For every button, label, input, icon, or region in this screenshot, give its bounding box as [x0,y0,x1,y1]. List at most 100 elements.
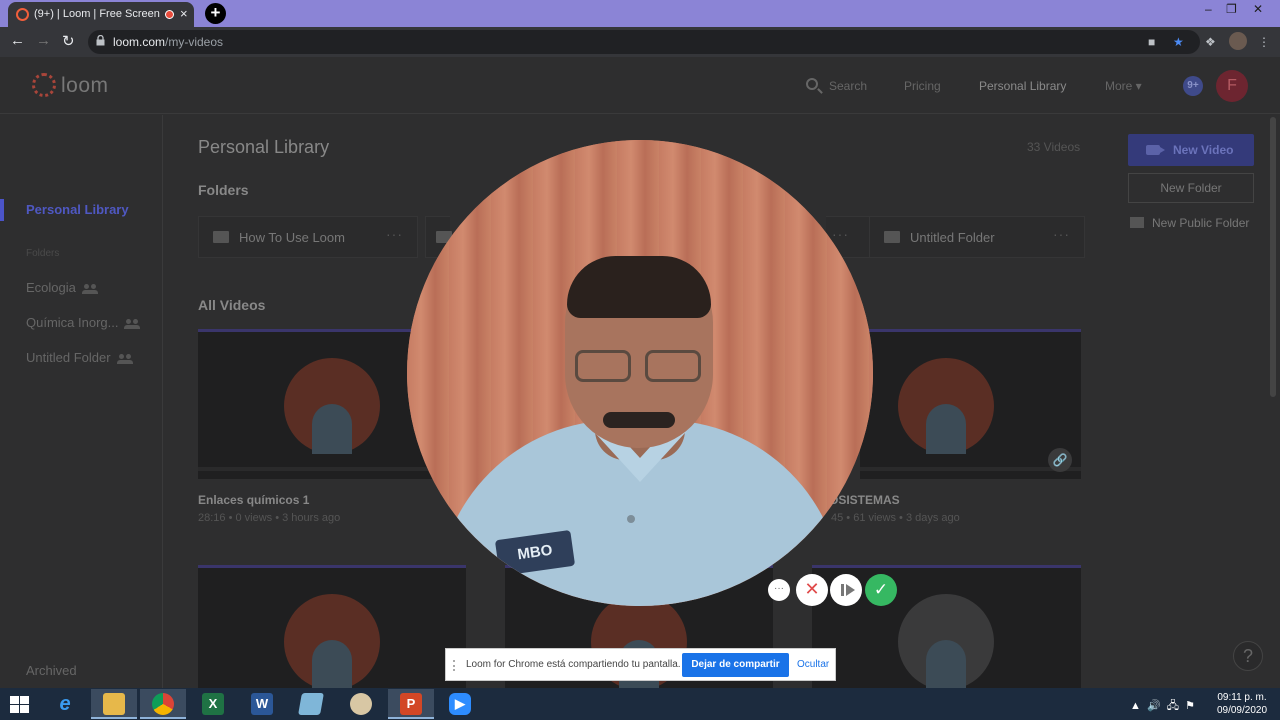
back-arrow-icon[interactable]: ← [10,32,25,49]
window-maximize-button[interactable]: ❐ [1226,2,1237,16]
reload-icon[interactable]: ↻ [62,32,75,50]
system-tray[interactable]: ▲ 🔊 🖧 ⚑ [1130,697,1195,716]
tab-close-button[interactable]: × [180,6,188,21]
loom-favicon-icon [16,8,29,21]
paint-icon[interactable] [338,689,384,719]
tab-title: (9+) | Loom | Free Screen & Video Record… [34,8,160,20]
powerpoint-icon[interactable]: P [388,689,434,719]
url-text: loom.com/my-videos [113,35,223,49]
pricing-link[interactable]: Pricing [904,79,941,93]
sidebar-active-indicator [0,199,4,221]
sidebar: Personal Library Folders Ecologia Químic… [0,115,163,688]
recording-more-button[interactable]: ··· [768,579,790,601]
drag-handle-icon[interactable] [453,660,458,671]
chrome-menu-icon[interactable]: ⋮ [1258,35,1270,49]
folder-card[interactable]: Untitled Folder ··· [869,216,1085,258]
window-minimize-button[interactable]: – [1205,2,1212,16]
presenter-face [284,358,380,454]
shared-people-icon [124,318,141,329]
folder-card-label: How To Use Loom [239,230,345,245]
folder-card-label: Untitled Folder [910,230,995,245]
new-video-label: New Video [1173,143,1234,157]
new-tab-button[interactable]: + [205,3,226,24]
presenter-face [898,594,994,688]
folders-heading: Folders [198,182,249,198]
presenter-moustache [603,412,675,428]
personal-library-link[interactable]: Personal Library [979,79,1066,93]
windows-taskbar: e X W P ▶ ▲ 🔊 🖧 ⚑ 09:11 p. m. 09/09/2020 [0,688,1280,720]
screen-sharing-banner: Loom for Chrome está compartiendo tu pan… [445,648,836,681]
clock-time: 09:11 p. m. [1217,692,1267,703]
presenter-face [898,358,994,454]
notepad-icon[interactable] [288,689,334,719]
more-menu[interactable]: More ▾ [1105,79,1142,93]
sidebar-item-folder[interactable]: Química Inorg... [26,315,141,330]
new-public-folder-button[interactable]: New Public Folder [1130,216,1249,230]
sidebar-item-personal-library[interactable]: Personal Library [26,202,129,217]
extensions-puzzle-icon[interactable]: ❖ [1205,35,1216,49]
loom-header: loom Search Pricing Personal Library Mor… [0,57,1280,114]
url-host: loom.com [113,35,166,49]
file-explorer-icon[interactable] [91,689,137,719]
bookmark-star-icon[interactable]: ★ [1173,35,1184,49]
windows-start-icon[interactable] [10,696,30,714]
word-icon[interactable]: W [239,689,285,719]
resume-play-icon [846,584,855,596]
recording-finish-button[interactable]: ✓ [865,574,897,606]
video-camera-icon [1146,145,1165,155]
sidebar-folder-label: Untitled Folder [26,350,111,365]
lock-icon [96,35,105,46]
new-video-button[interactable]: New Video [1128,134,1254,166]
folder-more-button[interactable]: ··· [1053,226,1070,242]
help-button[interactable]: ? [1233,641,1263,671]
shared-people-icon [116,353,133,364]
camera-access-icon[interactable]: ■ [1148,35,1155,49]
folder-card[interactable]: How To Use Loom ··· [198,216,418,258]
loom-logo-text[interactable]: loom [61,74,109,98]
chrome-icon[interactable] [140,689,186,719]
internet-explorer-icon[interactable]: e [42,689,88,719]
folder-more-button[interactable]: ··· [386,226,403,242]
sidebar-item-archived[interactable]: Archived [26,663,77,678]
new-folder-button[interactable]: New Folder [1128,173,1254,203]
excel-icon[interactable]: X [190,689,236,719]
notifications-badge[interactable]: 9+ [1183,76,1203,96]
sidebar-item-folder[interactable]: Ecologia [26,280,98,295]
user-avatar[interactable]: F [1216,70,1248,102]
page-title: Personal Library [198,137,330,157]
clock-date: 09/09/2020 [1216,705,1268,716]
forward-arrow-icon[interactable]: → [36,32,51,49]
search-link[interactable]: Search [829,79,867,93]
thumbnail-bar [860,467,1081,471]
copy-link-icon[interactable]: 🔗 [1048,448,1072,472]
address-bar[interactable]: loom.com/my-videos [88,30,1200,54]
presenter-glasses [575,350,705,384]
stop-sharing-button[interactable]: Dejar de compartir [682,653,789,677]
hide-banner-button[interactable]: Ocultar [797,659,829,670]
zoom-icon[interactable]: ▶ [437,689,483,719]
profile-avatar-icon[interactable] [1229,32,1247,50]
browser-tab-strip: (9+) | Loom | Free Screen & Video Record… [0,0,1280,27]
taskbar-clock[interactable]: 09:11 p. m. 09/09/2020 [1212,691,1272,717]
video-count: 33 Videos [1027,140,1081,154]
browser-toolbar: ← → ↻ loom.com/my-videos ■ ★ ❖ ⋮ [0,27,1280,57]
shared-people-icon [81,283,98,294]
browser-tab-loom[interactable]: (9+) | Loom | Free Screen & Video Record… [8,2,194,27]
sidebar-folders-heading: Folders [26,248,60,259]
recording-cancel-button[interactable]: ✕ [796,574,828,606]
sidebar-item-folder[interactable]: Untitled Folder [26,350,133,365]
folder-icon [213,231,229,243]
page-scrollbar[interactable] [1270,117,1276,397]
search-icon[interactable] [806,78,818,90]
pause-bar-icon [841,584,844,596]
loom-logo-icon[interactable] [32,73,56,97]
video-title[interactable]: Enlaces químicos 1 [198,493,309,507]
webcam-bubble[interactable]: MBO [407,140,873,606]
recording-pause-button[interactable] [830,574,862,606]
shirt-button [627,515,635,523]
window-close-button[interactable]: ✕ [1253,2,1263,16]
url-path: /my-videos [165,35,224,49]
presenter-hair [567,256,711,318]
video-thumbnail[interactable]: 🔗 [860,329,1081,479]
recording-indicator-icon [165,10,174,19]
